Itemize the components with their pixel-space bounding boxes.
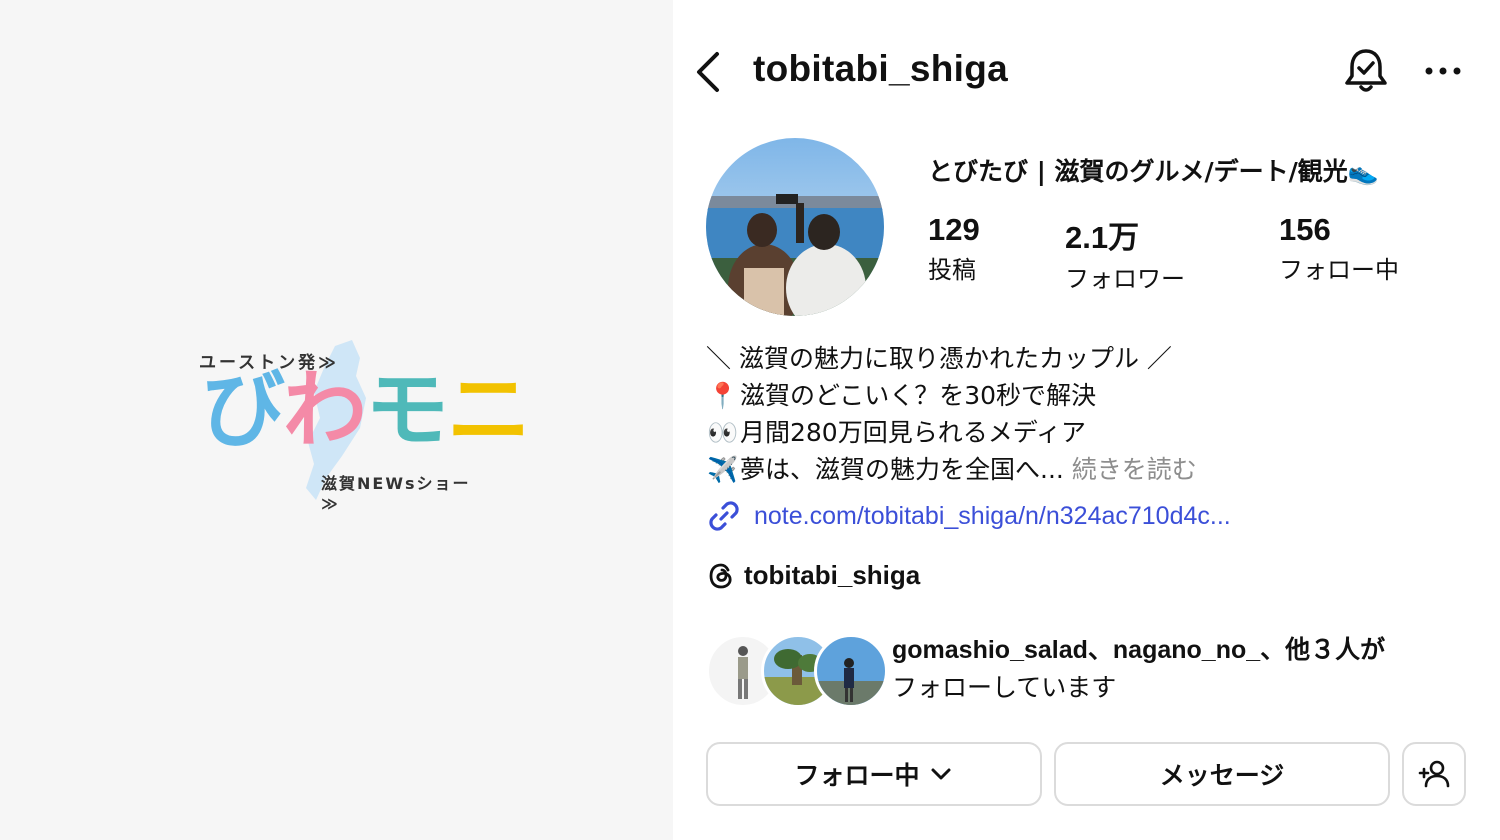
following-button[interactable]: フォロー中 [706,742,1042,806]
avatar-photo [706,138,884,316]
bio-text: 滋賀のどこいく？を30秒で解決 [740,381,1097,410]
profile-link-text[interactable]: note.com/tobitabi_shiga/n/n324ac710d4c..… [754,502,1231,531]
chevron-left-icon [697,52,719,92]
mutual-followers-text: gomashio_salad、nagano_no_、他３人が フォローしています [892,632,1385,706]
message-button[interactable]: メッセージ [1054,742,1390,806]
mutual-followers[interactable]: gomashio_salad、nagano_no_、他３人が フォローしています [706,632,1486,708]
mutual-avatar [814,634,888,708]
bio-text: 夢は、滋賀の魅力を全国へ... [740,455,1064,484]
sneaker-emoji: 👟 [1347,157,1379,186]
mutual-followers-line1: gomashio_salad、nagano_no_、他３人が [892,636,1386,664]
bio-text: 月間280万回見られるメディア [740,418,1086,447]
threads-icon [709,563,732,588]
bio-read-more-link[interactable]: 続きを読む [1072,455,1197,484]
message-button-label: メッセージ [1159,761,1285,790]
back-button[interactable] [689,50,729,94]
logo-char-ni: ニ [447,361,531,459]
profile-link[interactable]: note.com/tobitabi_shiga/n/n324ac710d4c..… [706,498,1231,534]
add-user-icon [1418,760,1450,788]
bell-check-icon [1345,49,1387,92]
notification-bell-button[interactable] [1341,46,1391,96]
bio-line: 📍滋賀のどこいく？を30秒で解決 [706,377,1197,414]
bio-line: 👀月間280万回見られるメディア [706,414,1197,451]
threads-link[interactable]: tobitabi_shiga [706,560,920,591]
chevron-down-icon [931,768,950,780]
stat-posts[interactable]: 129 投稿 [928,212,980,285]
profile-display-name: とびたび | 滋賀のグルメ/デート/観光👟 [928,152,1379,188]
stat-followers-count: 2.1万 [1065,220,1140,255]
threads-handle[interactable]: tobitabi_shiga [744,560,920,591]
stat-posts-count: 129 [928,212,980,247]
mutual-avatars [706,634,888,708]
eyes-emoji: 👀 [707,418,739,447]
bio-line: ✈️夢は、滋賀の魅力を全国へ... 続きを読む [706,451,1197,488]
profile-panel: tobitabi_shiga とびたび | 滋賀のグルメ/デート/観光👟 129… [673,0,1500,840]
logo-char-mo: モ [365,361,449,459]
stat-followers[interactable]: 2.1万 フォロワー [1065,212,1185,294]
display-name-text: とびたび | 滋賀のグルメ/デート/観光 [928,157,1348,186]
stat-followers-label: フォロワー [1065,265,1185,293]
profile-bio: ＼ 滋賀の魅力に取り憑かれたカップル ／ 📍滋賀のどこいく？を30秒で解決 👀月… [706,340,1197,488]
mutual-followers-line2: フォローしています [892,673,1117,702]
profile-username: tobitabi_shiga [753,48,1008,89]
logo-main-text: びわモニ [201,368,531,452]
left-panel: ユーストン発≫ びわモニ 滋賀NEWsショー≫ [0,0,673,840]
stat-following[interactable]: 156 フォロー中 [1279,212,1399,285]
more-options-button[interactable] [1423,56,1463,86]
mutual-avatar-photo [817,658,885,705]
logo-char-wa: わ [283,361,367,459]
stat-following-count: 156 [1279,212,1331,247]
more-dots-icon [1425,67,1461,75]
bio-line: ＼ 滋賀の魅力に取り憑かれたカップル ／ [706,340,1197,377]
link-icon [709,501,739,531]
pin-emoji: 📍 [707,381,739,410]
airplane-emoji: ✈️ [707,455,739,484]
bio-text: ＼ 滋賀の魅力に取り憑かれたカップル ／ [706,344,1172,373]
stat-posts-label: 投稿 [928,256,976,284]
following-button-label: フォロー中 [794,761,920,790]
biwamoni-logo: ユーストン発≫ びわモニ 滋賀NEWsショー≫ [195,338,531,513]
suggested-users-button[interactable] [1402,742,1466,806]
profile-avatar[interactable] [706,138,884,316]
stat-following-label: フォロー中 [1279,256,1399,284]
logo-char-bi: び [201,361,285,459]
logo-bottom-text: 滋賀NEWsショー≫ [321,474,471,513]
